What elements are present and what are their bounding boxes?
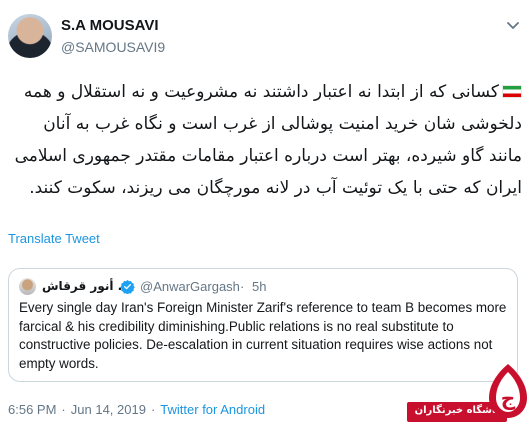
tweet-body: کسانی که از ابتدا نه اعتبار داشتند نه مش… [14, 82, 522, 198]
quoted-author-avatar [19, 278, 36, 295]
tweet-time[interactable]: 6:56 PM [8, 402, 56, 417]
verified-badge-icon [120, 279, 135, 294]
watermark-logo-icon: ج [489, 364, 527, 418]
tweet-date[interactable]: Jun 14, 2019 [71, 402, 146, 417]
meta-separator: · [61, 402, 66, 417]
quoted-tweet-header: د. أنور قرقاش @AnwarGargash · 5h [19, 277, 507, 297]
quoted-author-handle: @AnwarGargash [140, 279, 240, 294]
translate-tweet-link[interactable]: Translate Tweet [8, 231, 100, 246]
author-avatar[interactable] [8, 14, 52, 58]
tweet-text: کسانی که از ابتدا نه اعتبار داشتند نه مش… [10, 76, 522, 204]
author-handle[interactable]: @SAMOUSAVI9 [61, 39, 165, 55]
meta-separator: · [150, 402, 156, 417]
tweet-meta: 6:56 PM · Jun 14, 2019 · Twitter for Android [8, 402, 265, 417]
quoted-author-name: د. أنور قرقاش [42, 279, 129, 293]
iran-flag-icon [502, 85, 522, 98]
watermark-logo-glyph: ج [501, 386, 516, 410]
chevron-down-icon[interactable] [504, 16, 522, 34]
watermark: باشگاه خبرنگاران ج [407, 356, 532, 427]
author-name[interactable]: S.A MOUSAVI [61, 17, 159, 34]
quoted-separator: · [240, 279, 245, 294]
tweet-source-link[interactable]: Twitter for Android [160, 402, 265, 417]
quoted-time: 5h [252, 279, 267, 294]
